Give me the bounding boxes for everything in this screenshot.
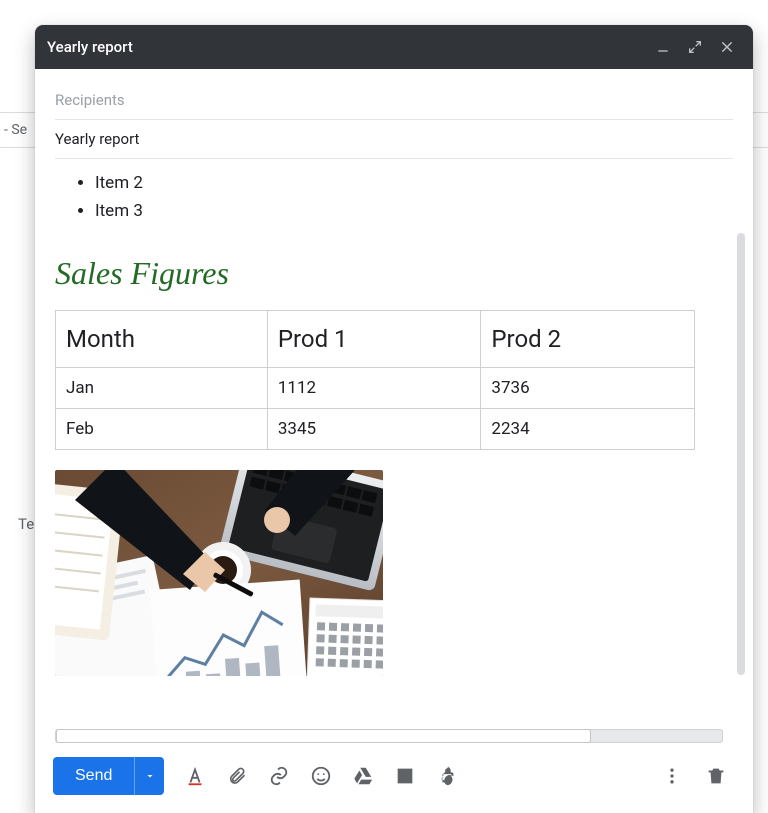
- emoji-icon: [310, 765, 332, 787]
- table-cell: Feb: [56, 409, 268, 450]
- more-options-button[interactable]: [653, 757, 691, 795]
- table-cell: Jan: [56, 368, 268, 409]
- compose-footer: Send: [35, 743, 753, 813]
- table-header-cell: Prod 2: [481, 311, 695, 368]
- expand-button[interactable]: [681, 33, 709, 61]
- close-icon: [719, 39, 735, 55]
- trash-icon: [705, 765, 727, 787]
- bullet-list: Item 2 Item 3: [55, 169, 723, 225]
- vertical-scrollbar[interactable]: [737, 233, 745, 713]
- chevron-down-icon: [144, 770, 156, 782]
- compose-window: Yearly report Recipients Yearly report I…: [35, 25, 753, 813]
- table-cell: 1112: [267, 368, 481, 409]
- sales-table: Month Prod 1 Prod 2 Jan 1112 3736 Feb 33…: [55, 310, 695, 450]
- table-header-cell: Month: [56, 311, 268, 368]
- horizontal-scrollbar[interactable]: [55, 729, 723, 743]
- send-button[interactable]: Send: [53, 757, 134, 795]
- list-item: Item 2: [95, 169, 723, 197]
- table-cell: 3345: [267, 409, 481, 450]
- send-options-button[interactable]: [134, 757, 164, 795]
- expand-icon: [687, 39, 703, 55]
- table-row: Jan 1112 3736: [56, 368, 695, 409]
- insert-drive-button[interactable]: [344, 757, 382, 795]
- attach-button[interactable]: [218, 757, 256, 795]
- insert-photo-button[interactable]: [386, 757, 424, 795]
- table-row: Feb 3345 2234: [56, 409, 695, 450]
- image-icon: [394, 765, 416, 787]
- minimize-button[interactable]: [649, 33, 677, 61]
- formatting-button[interactable]: [176, 757, 214, 795]
- confidential-mode-button[interactable]: [428, 757, 466, 795]
- compose-body[interactable]: Item 2 Item 3 Sales Figures Month Prod 1…: [35, 159, 753, 717]
- background-search-fragment: - Se: [4, 122, 27, 138]
- list-item: Item 3: [95, 197, 723, 225]
- section-title: Sales Figures: [55, 255, 723, 292]
- close-button[interactable]: [713, 33, 741, 61]
- link-icon: [268, 765, 290, 787]
- subject-field[interactable]: Yearly report: [55, 120, 733, 159]
- more-vert-icon: [662, 766, 682, 786]
- table-header-cell: Prod 1: [267, 311, 481, 368]
- insert-link-button[interactable]: [260, 757, 298, 795]
- table-cell: 3736: [481, 368, 695, 409]
- embedded-image[interactable]: [55, 470, 383, 676]
- compose-header-fields: Recipients Yearly report: [35, 69, 753, 159]
- background-panel-fragment: Te: [18, 515, 34, 533]
- horizontal-scroll-thumb[interactable]: [56, 729, 591, 743]
- discard-draft-button[interactable]: [697, 757, 735, 795]
- compose-titlebar[interactable]: Yearly report: [35, 25, 753, 69]
- text-format-icon: [184, 765, 206, 787]
- table-header-row: Month Prod 1 Prod 2: [56, 311, 695, 368]
- insert-emoji-button[interactable]: [302, 757, 340, 795]
- recipients-field[interactable]: Recipients: [55, 81, 733, 120]
- paperclip-icon: [227, 766, 247, 786]
- minimize-icon: [655, 39, 671, 55]
- drive-icon: [352, 765, 374, 787]
- lock-clock-icon: [436, 765, 458, 787]
- vertical-scroll-thumb[interactable]: [737, 233, 745, 675]
- compose-title: Yearly report: [47, 38, 133, 56]
- table-cell: 2234: [481, 409, 695, 450]
